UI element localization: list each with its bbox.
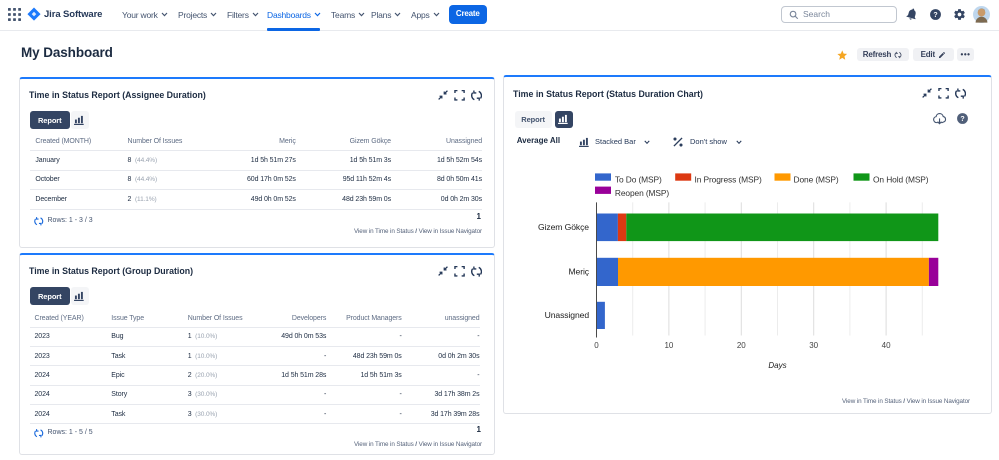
svg-text:Gizem Gökçe: Gizem Gökçe: [538, 222, 589, 232]
svg-text:0: 0: [594, 341, 599, 350]
svg-text:In Progress (MSP): In Progress (MSP): [695, 175, 762, 185]
svg-text:30: 30: [809, 341, 818, 350]
svg-text:Done (MSP): Done (MSP): [794, 175, 839, 185]
svg-text:Unassigned: Unassigned: [545, 310, 590, 320]
svg-text:10: 10: [664, 341, 673, 350]
svg-text:On Hold (MSP): On Hold (MSP): [873, 175, 929, 185]
svg-text:40: 40: [882, 341, 891, 350]
svg-text:To Do (MSP): To Do (MSP): [615, 175, 662, 185]
svg-text:Reopen (MSP): Reopen (MSP): [615, 188, 670, 198]
svg-text:Meriç: Meriç: [568, 267, 589, 277]
svg-text:20: 20: [737, 341, 746, 350]
svg-text:Days: Days: [768, 361, 786, 370]
svg-text:?: ?: [933, 11, 937, 18]
